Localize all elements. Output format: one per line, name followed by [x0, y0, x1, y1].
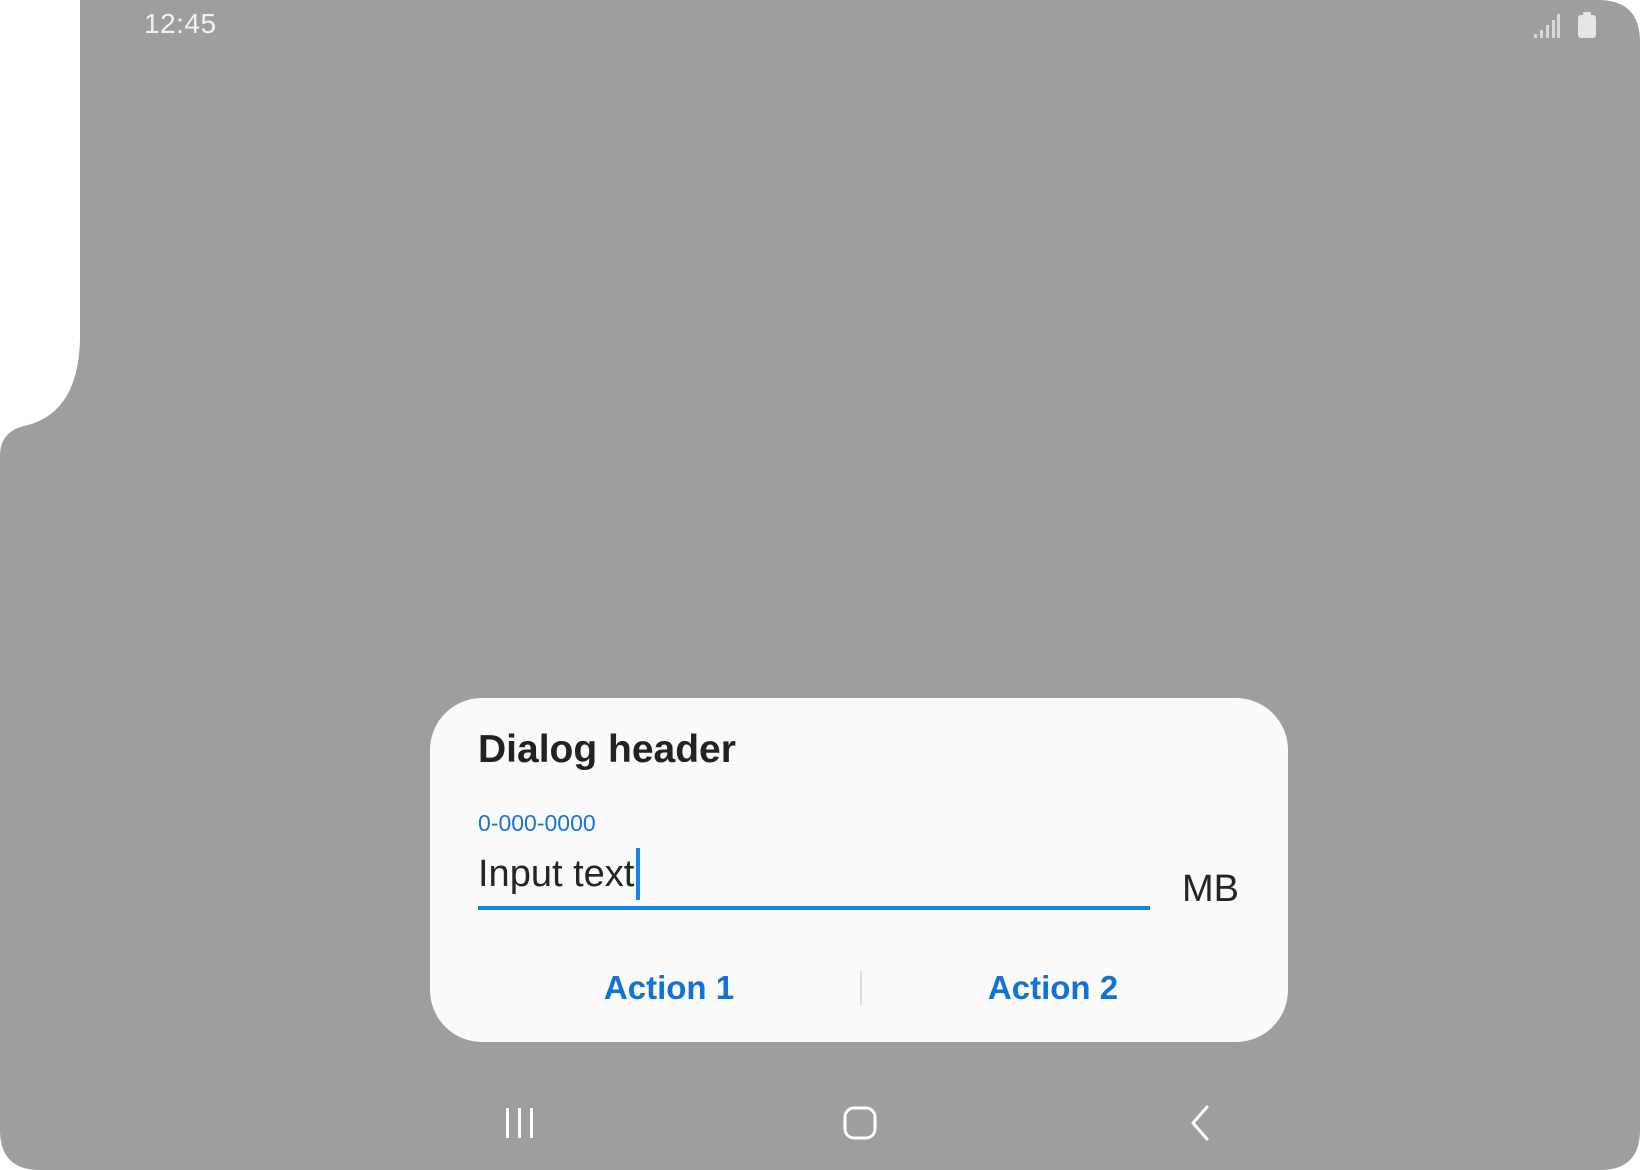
- text-input-field[interactable]: Input text: [478, 840, 1150, 910]
- input-value-wrapper: Input text: [478, 848, 641, 900]
- field-label: 0-000-0000: [478, 810, 596, 836]
- input-value: Input text: [478, 852, 635, 895]
- signal-icon: [1534, 14, 1560, 43]
- battery-icon: [1578, 12, 1596, 43]
- status-time: 12:45: [144, 8, 217, 39]
- status-icons: [1534, 12, 1596, 43]
- action-2-button[interactable]: Action 2: [862, 969, 1244, 1007]
- recents-button[interactable]: [490, 1100, 550, 1150]
- recents-icon: [502, 1106, 538, 1145]
- input-dialog: Dialog header 0-000-0000 Input text MB A…: [430, 698, 1288, 1042]
- dialog-title: Dialog header: [478, 728, 736, 771]
- unit-label: MB: [1182, 868, 1239, 910]
- home-button[interactable]: [830, 1100, 890, 1150]
- dialog-actions: Action 1 Action 2: [478, 960, 1244, 1016]
- text-cursor: [636, 848, 641, 900]
- device-screen: 12:45 Dialog header 0-000-0000 Input tex…: [0, 0, 1640, 1170]
- action-1-button[interactable]: Action 1: [478, 969, 860, 1007]
- back-icon: [1187, 1105, 1217, 1146]
- home-icon: [842, 1105, 878, 1146]
- back-button[interactable]: [1172, 1100, 1232, 1150]
